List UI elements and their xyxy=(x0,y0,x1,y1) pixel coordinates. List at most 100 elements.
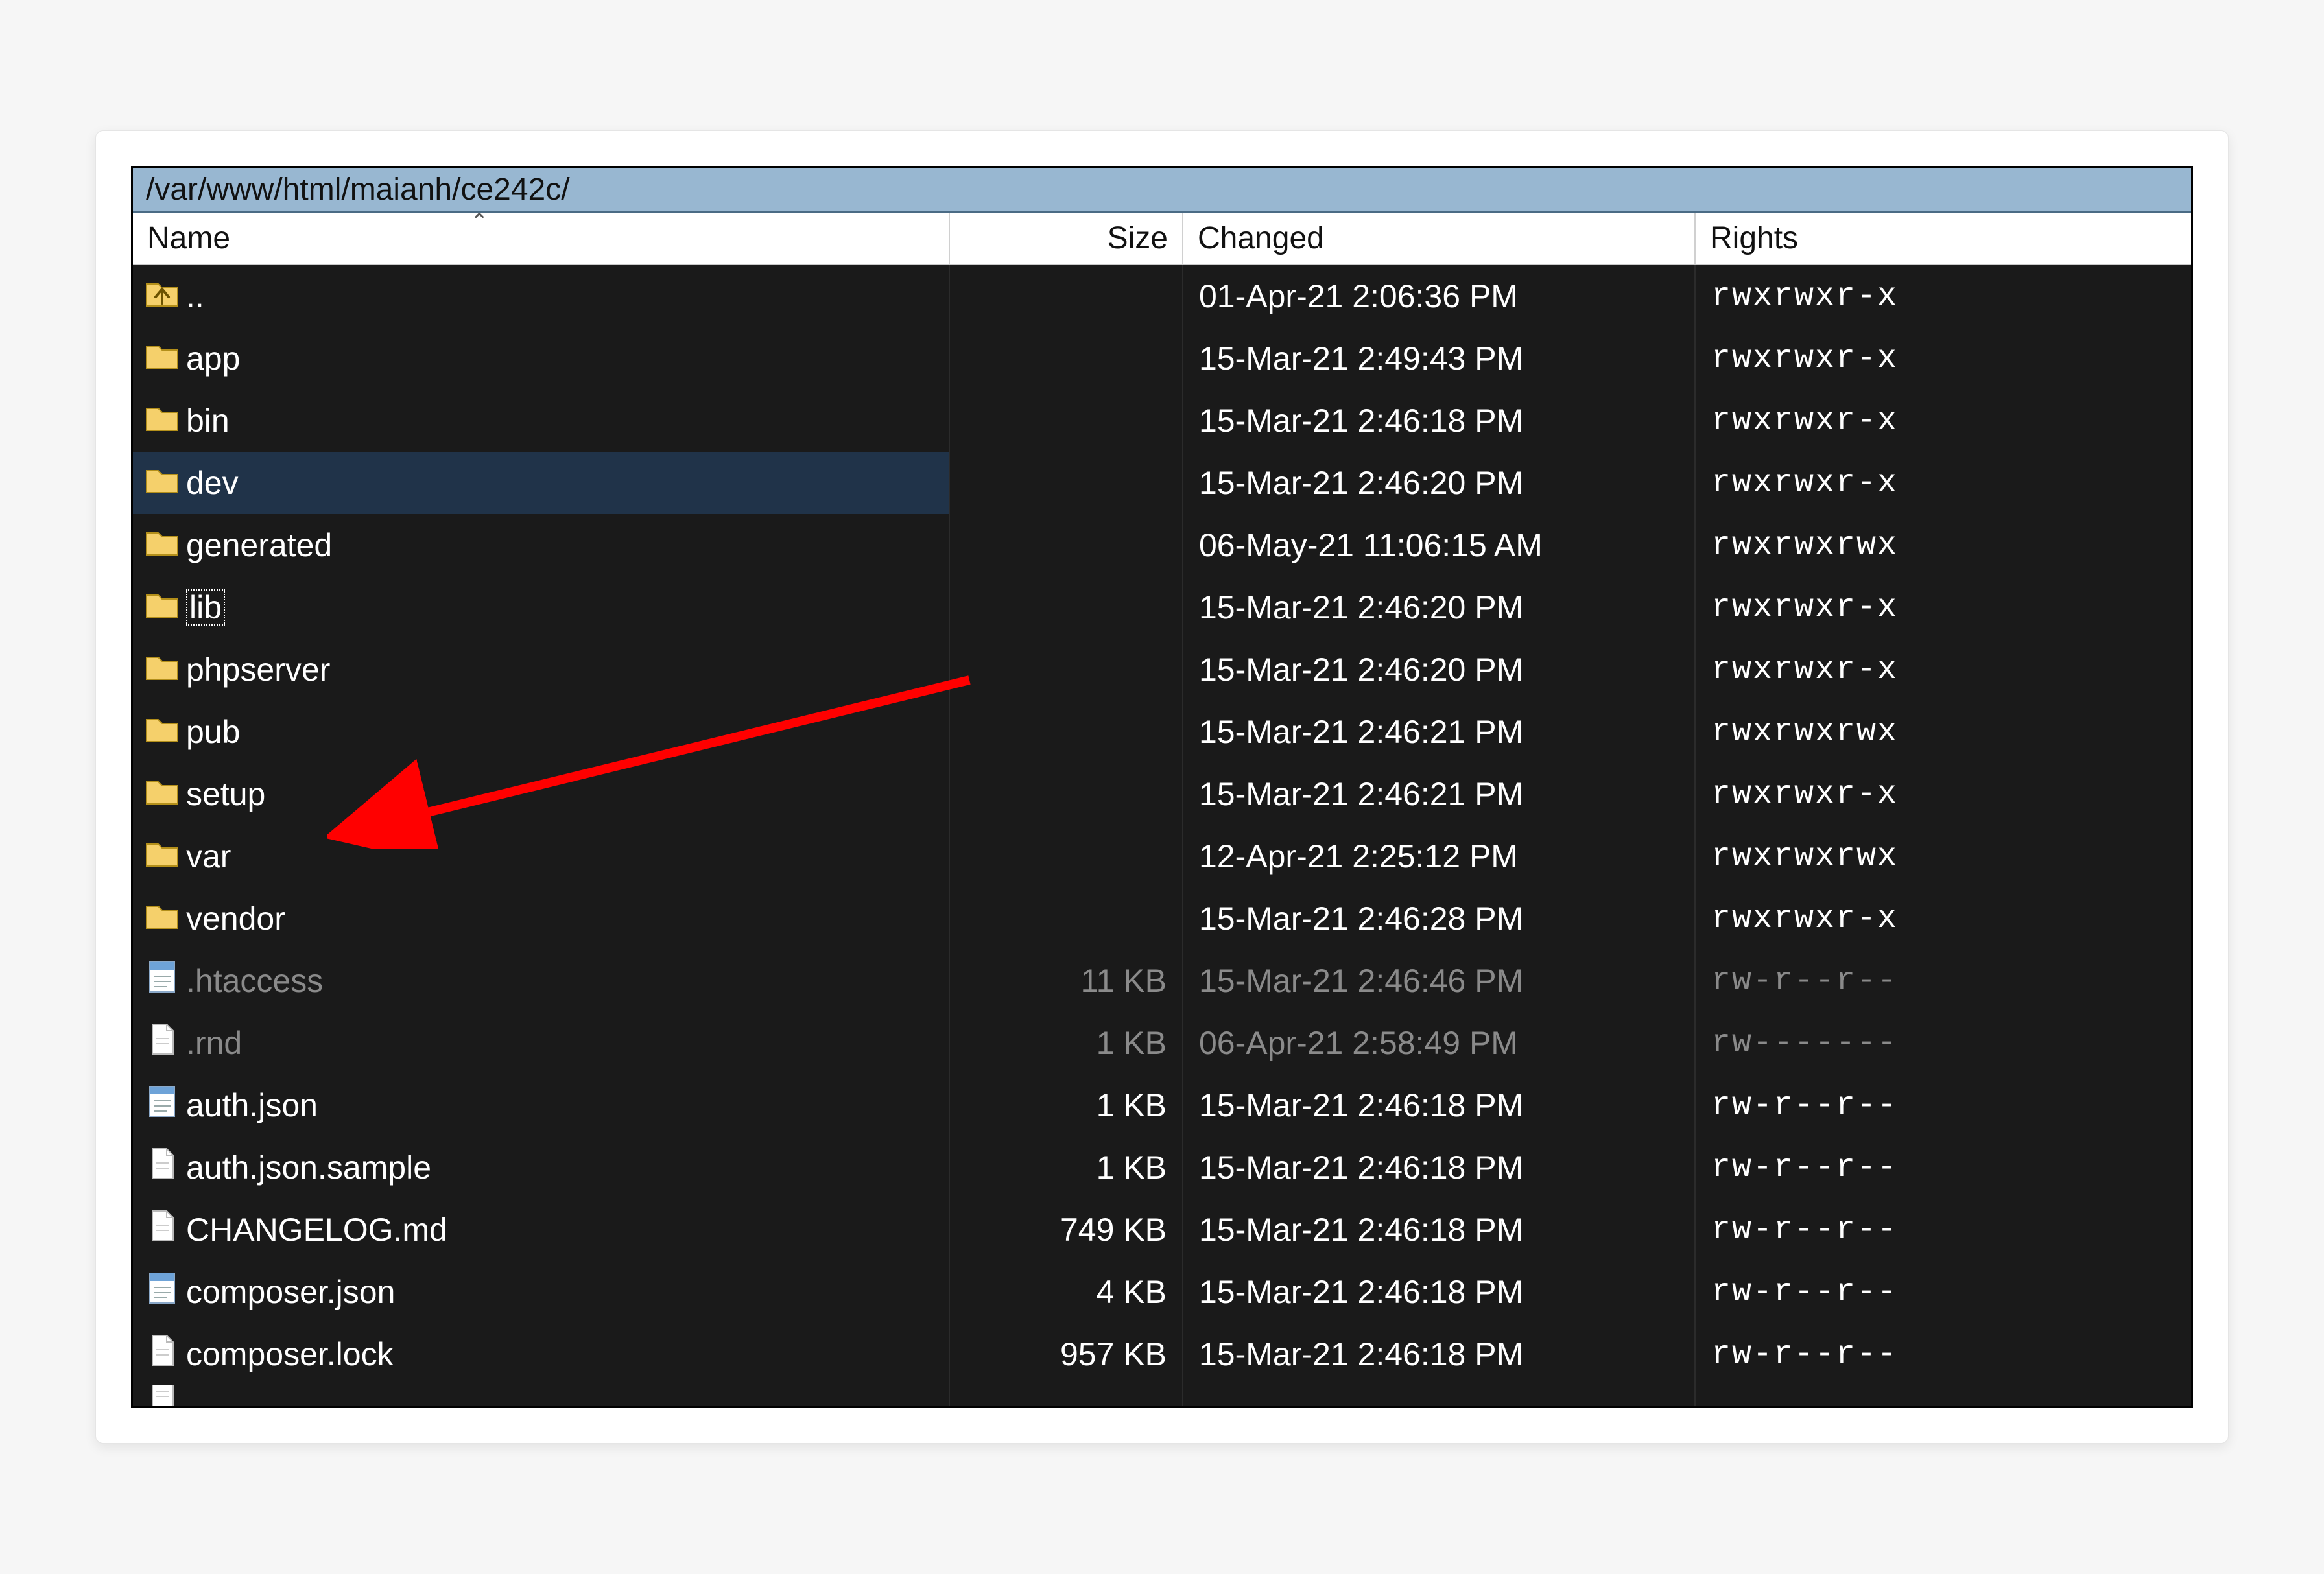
table-row[interactable]: composer.lock 957 KB 15-Mar-21 2:46:18 P… xyxy=(133,1323,2191,1385)
cell-changed: 15-Mar-21 2:46:18 PM xyxy=(1183,1136,1696,1199)
table-row[interactable]: vendor 15-Mar-21 2:46:28 PM rwxrwxr-x xyxy=(133,887,2191,950)
cell-changed: 15-Mar-21 2:46:18 PM xyxy=(1183,1199,1696,1261)
file-name: CHANGELOG.md xyxy=(186,1211,447,1249)
folder-icon xyxy=(145,586,180,629)
file-name: phpserver xyxy=(186,651,330,688)
cell-changed: 06-Apr-21 2:58:49 PM xyxy=(1183,1012,1696,1074)
cell-size xyxy=(950,576,1183,639)
cell-changed: 15-Mar-21 2:46:21 PM xyxy=(1183,701,1696,763)
cell-size: 1 KB xyxy=(950,1012,1183,1074)
table-row[interactable]: CHANGELOG.md 749 KB 15-Mar-21 2:46:18 PM… xyxy=(133,1199,2191,1261)
file-name: lib xyxy=(186,589,225,626)
cell-rights: rwxrwxrwx xyxy=(1696,825,2191,887)
cell-size xyxy=(950,265,1183,327)
cell-rights: rwxrwxrwx xyxy=(1696,701,2191,763)
column-header-row: Name ⌃ Size Changed Rights xyxy=(133,213,2191,265)
file-icon xyxy=(145,1022,180,1064)
table-row[interactable]: app 15-Mar-21 2:49:43 PM rwxrwxr-x xyxy=(133,327,2191,390)
folder-icon xyxy=(145,524,180,567)
table-row[interactable]: .htaccess 11 KB 15-Mar-21 2:46:46 PM rw-… xyxy=(133,950,2191,1012)
cell-changed xyxy=(1183,1385,1696,1406)
table-row[interactable]: bin 15-Mar-21 2:46:18 PM rwxrwxr-x xyxy=(133,390,2191,452)
cell-changed: 15-Mar-21 2:46:18 PM xyxy=(1183,1323,1696,1385)
table-row[interactable]: .. 01-Apr-21 2:06:36 PM rwxrwxr-x xyxy=(133,265,2191,327)
table-row[interactable] xyxy=(133,1385,2191,1406)
cell-changed: 15-Mar-21 2:46:28 PM xyxy=(1183,887,1696,950)
cell-changed: 15-Mar-21 2:46:20 PM xyxy=(1183,452,1696,514)
cell-name: var xyxy=(133,825,950,887)
cell-size: 4 KB xyxy=(950,1261,1183,1323)
cell-changed: 15-Mar-21 2:46:46 PM xyxy=(1183,950,1696,1012)
cell-name: .rnd xyxy=(133,1012,950,1074)
cell-rights: rwxrwxr-x xyxy=(1696,327,2191,390)
cell-size xyxy=(950,887,1183,950)
table-row[interactable]: generated 06-May-21 11:06:15 AM rwxrwxrw… xyxy=(133,514,2191,576)
cell-name: pub xyxy=(133,701,950,763)
file-name: app xyxy=(186,340,240,377)
file-name: pub xyxy=(186,713,240,751)
table-row[interactable]: phpserver 15-Mar-21 2:46:20 PM rwxrwxr-x xyxy=(133,639,2191,701)
file-name: dev xyxy=(186,464,239,502)
table-row[interactable]: auth.json 1 KB 15-Mar-21 2:46:18 PM rw-r… xyxy=(133,1074,2191,1136)
cell-name: vendor xyxy=(133,887,950,950)
cell-size xyxy=(950,763,1183,825)
cell-rights: rwxrwxrwx xyxy=(1696,514,2191,576)
parent-folder-icon xyxy=(145,275,180,318)
cell-rights: rw-r--r-- xyxy=(1696,1074,2191,1136)
column-header-rights[interactable]: Rights xyxy=(1696,213,2191,264)
cell-changed: 15-Mar-21 2:46:20 PM xyxy=(1183,639,1696,701)
cell-size xyxy=(950,1385,1183,1406)
file-name: auth.json xyxy=(186,1087,318,1124)
cell-name: phpserver xyxy=(133,639,950,701)
path-bar[interactable]: /var/www/html/maianh/ce242c/ xyxy=(133,168,2191,213)
cell-size xyxy=(950,452,1183,514)
cell-rights xyxy=(1696,1385,2191,1406)
file-list[interactable]: .. 01-Apr-21 2:06:36 PM rwxrwxr-x app 15… xyxy=(133,265,2191,1406)
cell-size xyxy=(950,390,1183,452)
table-row[interactable]: pub 15-Mar-21 2:46:21 PM rwxrwxrwx xyxy=(133,701,2191,763)
cell-size: 957 KB xyxy=(950,1323,1183,1385)
cell-changed: 15-Mar-21 2:46:18 PM xyxy=(1183,1261,1696,1323)
cell-changed: 15-Mar-21 2:46:21 PM xyxy=(1183,763,1696,825)
cell-rights: rwxrwxr-x xyxy=(1696,639,2191,701)
cell-name xyxy=(133,1385,950,1406)
cell-name: composer.json xyxy=(133,1261,950,1323)
cell-rights: rw-r--r-- xyxy=(1696,1199,2191,1261)
cell-changed: 12-Apr-21 2:25:12 PM xyxy=(1183,825,1696,887)
cell-changed: 06-May-21 11:06:15 AM xyxy=(1183,514,1696,576)
cell-name: bin xyxy=(133,390,950,452)
cell-rights: rwxrwxr-x xyxy=(1696,887,2191,950)
folder-icon xyxy=(145,773,180,816)
file-name: var xyxy=(186,838,231,875)
cell-size: 749 KB xyxy=(950,1199,1183,1261)
cell-name: composer.lock xyxy=(133,1323,950,1385)
notepad-file-icon xyxy=(145,959,180,1002)
folder-icon xyxy=(145,462,180,504)
folder-icon xyxy=(145,711,180,753)
file-browser-window: /var/www/html/maianh/ce242c/ Name ⌃ Size… xyxy=(131,166,2193,1408)
cell-rights: rwxrwxr-x xyxy=(1696,390,2191,452)
table-row[interactable]: .rnd 1 KB 06-Apr-21 2:58:49 PM rw------- xyxy=(133,1012,2191,1074)
cell-rights: rwxrwxr-x xyxy=(1696,452,2191,514)
folder-icon xyxy=(145,337,180,380)
column-header-size[interactable]: Size xyxy=(950,213,1183,264)
cell-name: .. xyxy=(133,265,950,327)
table-row[interactable]: var 12-Apr-21 2:25:12 PM rwxrwxrwx xyxy=(133,825,2191,887)
file-name: .rnd xyxy=(186,1024,242,1062)
file-name: .. xyxy=(186,277,204,315)
folder-icon xyxy=(145,835,180,878)
cell-name: dev xyxy=(133,452,950,514)
table-row[interactable]: setup 15-Mar-21 2:46:21 PM rwxrwxr-x xyxy=(133,763,2191,825)
column-header-changed[interactable]: Changed xyxy=(1183,213,1696,264)
table-row[interactable]: composer.json 4 KB 15-Mar-21 2:46:18 PM … xyxy=(133,1261,2191,1323)
table-row[interactable]: dev 15-Mar-21 2:46:20 PM rwxrwxr-x xyxy=(133,452,2191,514)
file-icon xyxy=(145,1208,180,1251)
file-name: composer.json xyxy=(186,1273,395,1311)
cell-size xyxy=(950,514,1183,576)
column-header-name[interactable]: Name ⌃ xyxy=(133,213,950,264)
notepad-file-icon xyxy=(145,1084,180,1127)
cell-rights: rwxrwxr-x xyxy=(1696,265,2191,327)
cell-rights: rw-r--r-- xyxy=(1696,950,2191,1012)
table-row[interactable]: auth.json.sample 1 KB 15-Mar-21 2:46:18 … xyxy=(133,1136,2191,1199)
table-row[interactable]: lib 15-Mar-21 2:46:20 PM rwxrwxr-x xyxy=(133,576,2191,639)
